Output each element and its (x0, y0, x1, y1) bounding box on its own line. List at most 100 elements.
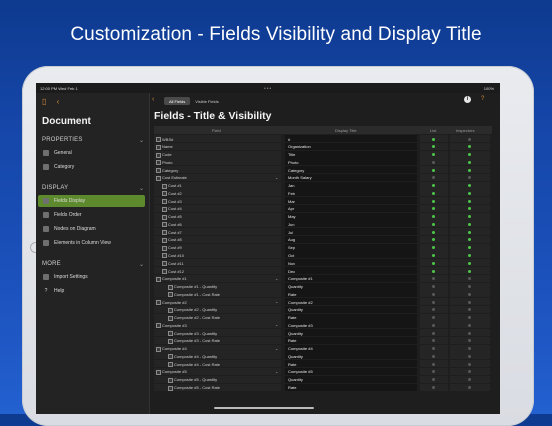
table-row[interactable]: Code Title (154, 150, 492, 159)
list-visibility-toggle[interactable] (432, 308, 435, 312)
display-title-input[interactable]: Aug (285, 235, 417, 243)
inspector-visibility-toggle[interactable] (468, 339, 471, 343)
sidebar-item-elements-in-column-view[interactable]: Elements in Column View (38, 237, 145, 249)
table-row[interactable]: Photo Photo (154, 158, 492, 166)
inspector-visibility-toggle[interactable] (468, 253, 471, 257)
inspector-visibility-toggle[interactable] (468, 246, 471, 250)
inspector-visibility-toggle[interactable] (468, 168, 471, 172)
table-row[interactable]: Composite #4 - Cost Rate Rate (154, 360, 492, 368)
table-row[interactable]: Cost #12 Dec (154, 267, 492, 275)
list-visibility-toggle[interactable] (432, 176, 435, 180)
display-title-input[interactable]: Month Salary (285, 173, 417, 181)
inspector-visibility-toggle[interactable] (468, 386, 471, 389)
expand-toggle-icon[interactable] (156, 276, 161, 282)
field-checkbox[interactable] (156, 137, 161, 142)
list-visibility-toggle[interactable] (432, 184, 435, 188)
list-visibility-toggle[interactable] (432, 378, 435, 382)
field-checkbox[interactable] (162, 222, 167, 228)
list-visibility-toggle[interactable] (432, 362, 435, 366)
expand-toggle-icon[interactable] (156, 300, 161, 306)
table-row[interactable]: Composite #5 - Cost Rate Rate (154, 383, 492, 392)
inspector-visibility-toggle[interactable] (468, 277, 471, 281)
sidebar-item-import-settings[interactable]: Import Settings (38, 271, 145, 283)
field-checkbox[interactable] (162, 261, 167, 267)
inspector-visibility-toggle[interactable] (468, 292, 471, 296)
list-visibility-toggle[interactable] (432, 292, 435, 296)
field-checkbox[interactable] (162, 253, 167, 259)
table-row[interactable]: Category Category (154, 166, 492, 174)
list-visibility-toggle[interactable] (432, 230, 435, 234)
display-title-input[interactable]: Rate (285, 383, 417, 391)
table-row[interactable]: Cost #5 May (154, 212, 492, 221)
chevron-down-icon[interactable]: ⌄ (275, 299, 278, 304)
list-visibility-toggle[interactable] (432, 339, 435, 343)
display-title-input[interactable]: Mar (285, 197, 417, 205)
list-visibility-toggle[interactable] (432, 316, 435, 320)
field-checkbox[interactable] (162, 269, 167, 275)
table-row[interactable]: Cost #10 Oct (154, 251, 492, 259)
display-title-input[interactable]: Quantity (285, 352, 417, 360)
display-title-input[interactable]: Nov (285, 259, 417, 267)
field-checkbox[interactable] (156, 160, 161, 166)
list-visibility-toggle[interactable] (432, 285, 435, 289)
list-visibility-toggle[interactable] (432, 277, 435, 281)
chevron-down-icon[interactable]: ⌄ (275, 346, 278, 351)
table-row[interactable]: Composite #2 - Cost Rate Rate (154, 313, 492, 322)
list-visibility-toggle[interactable] (432, 300, 435, 304)
inspector-visibility-toggle[interactable] (468, 269, 471, 273)
table-row[interactable]: Cost #1 Jan (154, 181, 492, 190)
sidebar-item-help[interactable]: ? Help (38, 285, 145, 297)
sidebar-item-fields-order[interactable]: Fields Order (38, 209, 145, 221)
display-title-input[interactable]: Quantity (285, 282, 417, 290)
field-checkbox[interactable] (162, 237, 167, 243)
multitask-dots-icon[interactable]: ••• (264, 86, 272, 92)
display-title-input[interactable]: Composite #1 (285, 274, 417, 282)
inspector-visibility-toggle[interactable] (468, 137, 471, 141)
display-title-input[interactable]: Rate (285, 336, 417, 344)
inspector-visibility-toggle[interactable] (468, 323, 471, 327)
chevron-down-icon[interactable]: ⌄ (275, 322, 278, 327)
display-title-input[interactable]: Quantity (285, 329, 417, 337)
table-row[interactable]: Composite #2 - Quantity Quantity (154, 305, 492, 314)
table-row[interactable]: WBS# # (154, 135, 492, 143)
display-title-input[interactable]: Organization (285, 142, 417, 150)
list-visibility-toggle[interactable] (432, 370, 435, 374)
field-checkbox[interactable] (168, 385, 173, 391)
display-title-input[interactable]: Composite #5 (285, 367, 417, 375)
table-row[interactable]: Cost #8 Aug (154, 235, 492, 244)
chevron-down-icon[interactable]: ⌄ (275, 369, 278, 374)
sidebar-item-fields-display[interactable]: Fields Display (38, 195, 145, 207)
field-checkbox[interactable] (156, 168, 161, 174)
display-title-input[interactable]: Composite #3 (285, 321, 417, 329)
display-title-input[interactable]: May (285, 212, 417, 220)
display-title-input[interactable]: Apr (285, 204, 417, 212)
display-title-input[interactable]: Dec (285, 267, 417, 275)
list-visibility-toggle[interactable] (432, 246, 435, 250)
table-row[interactable]: Composite #1 - Cost Rate Rate (154, 290, 492, 298)
inspector-visibility-toggle[interactable] (468, 316, 471, 320)
display-title-input[interactable]: Jun (285, 220, 417, 228)
inspector-visibility-toggle[interactable] (468, 184, 471, 188)
back-icon[interactable]: ‹ (57, 97, 60, 106)
table-row[interactable]: Cost #11 Nov (154, 259, 492, 267)
list-visibility-toggle[interactable] (432, 386, 435, 389)
field-checkbox[interactable] (168, 377, 173, 383)
list-visibility-toggle[interactable] (432, 160, 435, 164)
section-header-properties[interactable]: PROPERTIES ⌄ (42, 137, 144, 144)
table-row[interactable]: Cost #6 Jun (154, 220, 492, 228)
expand-toggle-icon[interactable] (156, 369, 161, 375)
field-checkbox[interactable] (162, 183, 167, 189)
expand-toggle-icon[interactable] (156, 323, 161, 329)
inspector-visibility-toggle[interactable] (468, 370, 471, 374)
display-title-input[interactable]: Composite #2 (285, 298, 417, 306)
list-visibility-toggle[interactable] (432, 347, 435, 351)
display-title-input[interactable]: Feb (285, 189, 417, 197)
table-row[interactable]: Cost #3 Mar (154, 197, 492, 205)
list-visibility-toggle[interactable] (432, 323, 435, 327)
table-row[interactable]: Composite #5 ⌄ Composite #5 (154, 367, 492, 376)
field-checkbox[interactable] (156, 144, 161, 150)
list-visibility-toggle[interactable] (432, 269, 435, 273)
inspector-visibility-toggle[interactable] (468, 238, 471, 242)
display-title-input[interactable]: Rate (285, 360, 417, 368)
field-checkbox[interactable] (162, 191, 167, 197)
